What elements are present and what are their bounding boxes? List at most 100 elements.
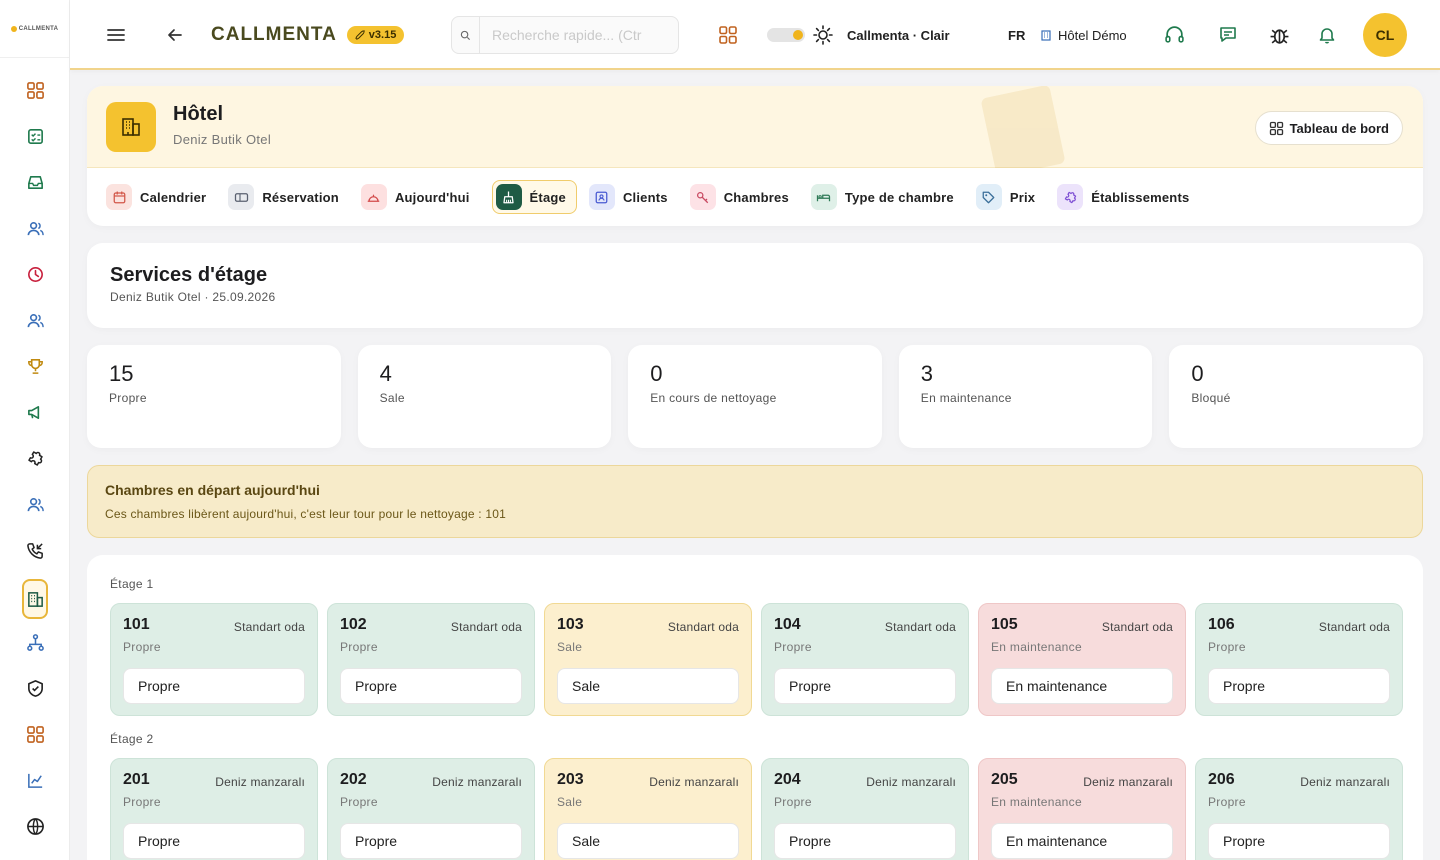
room-card[interactable]: 203 Deniz manzaralı Sale Sale xyxy=(544,758,752,860)
calendar-icon xyxy=(106,184,132,210)
sidebar-item[interactable] xyxy=(0,438,70,484)
tab-tag[interactable]: Prix xyxy=(975,180,1045,214)
room-card[interactable]: 106 Standart oda Propre Propre xyxy=(1195,603,1403,716)
sidebar-item[interactable] xyxy=(0,254,70,300)
room-card[interactable]: 206 Deniz manzaralı Propre Propre xyxy=(1195,758,1403,860)
theme-label[interactable]: Callmenta · Clair xyxy=(847,28,950,43)
tab-bed[interactable]: Type de chambre xyxy=(810,180,964,214)
hotel-header-card: Hôtel Deniz Butik Otel Tableau de bord C… xyxy=(87,86,1423,226)
section-title: Services d'étage xyxy=(110,264,268,286)
search-input[interactable] xyxy=(480,17,676,53)
sidebar-item[interactable] xyxy=(0,300,70,346)
arrow-left-icon xyxy=(168,29,182,41)
sidebar-item[interactable] xyxy=(0,714,70,760)
room-status-select[interactable]: Propre xyxy=(774,668,956,704)
sidebar-item[interactable] xyxy=(0,484,70,530)
tab-label: Chambres xyxy=(723,189,789,205)
sidebar-item[interactable] xyxy=(0,806,70,852)
hotel-switch[interactable]: Hôtel Démo xyxy=(1040,0,1127,70)
hotel-tabs: Calendrier Réservation Aujourd'hui Étage Cli… xyxy=(106,180,1211,214)
sidebar-item[interactable] xyxy=(0,622,70,668)
apps-button[interactable] xyxy=(718,0,738,70)
theme-sun[interactable] xyxy=(813,0,833,70)
dashboard-button-label: Tableau de bord xyxy=(1289,120,1389,136)
room-type: Standart oda xyxy=(1318,620,1390,634)
menu-button[interactable] xyxy=(106,0,126,70)
tab-puzzle[interactable]: Établissements xyxy=(1057,180,1199,214)
network-icon xyxy=(26,633,45,657)
tab-bell-service[interactable]: Aujourd'hui xyxy=(360,180,480,214)
tab-card[interactable]: Réservation xyxy=(228,180,349,214)
room-number: 205 xyxy=(991,771,1018,788)
notifications-button[interactable] xyxy=(1317,0,1337,70)
room-status: Sale xyxy=(557,640,583,654)
room-status-select[interactable]: Propre xyxy=(774,823,956,859)
bug-icon xyxy=(1270,28,1289,44)
room-type: Standart oda xyxy=(233,620,305,634)
sidebar-item[interactable] xyxy=(0,346,70,392)
tab-calendar[interactable]: Calendrier xyxy=(106,180,216,214)
sidebar-item[interactable] xyxy=(0,162,70,208)
room-status-select[interactable]: En maintenance xyxy=(991,668,1173,704)
support-button[interactable] xyxy=(1164,0,1185,70)
back-button[interactable] xyxy=(166,0,184,70)
tab-label: Aujourd'hui xyxy=(394,189,470,205)
room-number: 105 xyxy=(991,616,1018,633)
room-row: 201 Deniz manzaralı Propre Propre 202 Deniz m… xyxy=(110,758,1403,860)
sidebar-nav xyxy=(0,70,70,852)
bell-icon xyxy=(1319,28,1335,44)
room-card[interactable]: 205 Deniz manzaralı En maintenance En maint… xyxy=(978,758,1186,860)
room-card[interactable]: 202 Deniz manzaralı Propre Propre xyxy=(327,758,535,860)
room-status: Propre xyxy=(340,640,378,654)
theme-switch[interactable] xyxy=(767,28,805,42)
room-status-select[interactable]: En maintenance xyxy=(991,823,1173,859)
room-card[interactable]: 104 Standart oda Propre Propre xyxy=(761,603,969,716)
room-type: Deniz manzaralı xyxy=(215,775,305,789)
messages-button[interactable] xyxy=(1218,0,1238,70)
tab-key[interactable]: Chambres xyxy=(689,180,799,214)
theme-toggle[interactable] xyxy=(767,0,805,70)
globe-icon xyxy=(26,817,45,841)
room-card[interactable]: 102 Standart oda Propre Propre xyxy=(327,603,535,716)
tab-contact[interactable]: Clients xyxy=(588,180,678,214)
chart-line-icon xyxy=(26,771,45,795)
sidebar-item[interactable] xyxy=(0,576,70,622)
sidebar-item[interactable] xyxy=(0,392,70,438)
room-status-select[interactable]: Sale xyxy=(557,823,739,859)
grid-icon xyxy=(719,26,737,44)
sidebar-item[interactable] xyxy=(0,70,70,116)
room-type: Standart oda xyxy=(450,620,522,634)
sidebar-item[interactable] xyxy=(0,116,70,162)
shield-check-icon xyxy=(26,679,45,703)
room-card[interactable]: 204 Deniz manzaralı Propre Propre xyxy=(761,758,969,860)
room-card[interactable]: 201 Deniz manzaralı Propre Propre xyxy=(110,758,318,860)
room-status-select[interactable]: Propre xyxy=(123,668,305,704)
sidebar-item[interactable] xyxy=(0,208,70,254)
language-switch[interactable]: FR xyxy=(1008,28,1025,43)
tab-label: Prix xyxy=(1009,189,1036,205)
room-card[interactable]: 103 Standart oda Sale Sale xyxy=(544,603,752,716)
sidebar-logo[interactable]: CALLMENTA xyxy=(0,0,69,58)
brand-name[interactable]: CALLMENTA xyxy=(211,24,337,46)
sidebar-item[interactable] xyxy=(0,668,70,714)
sidebar-item[interactable] xyxy=(0,530,70,576)
search-icon[interactable] xyxy=(452,17,480,53)
room-status-select[interactable]: Propre xyxy=(123,823,305,859)
checklist-icon xyxy=(26,127,45,151)
room-status-select[interactable]: Propre xyxy=(1208,823,1390,859)
room-status-select[interactable]: Propre xyxy=(340,823,522,859)
room-card[interactable]: 105 Standart oda En maintenance En maintena… xyxy=(978,603,1186,716)
dashboard-button[interactable]: Tableau de bord xyxy=(1254,111,1403,145)
stat-label: Bloqué xyxy=(1191,391,1231,405)
tab-broom[interactable]: Étage xyxy=(491,180,577,214)
room-status-select[interactable]: Sale xyxy=(557,668,739,704)
room-card[interactable]: 101 Standart oda Propre Propre xyxy=(110,603,318,716)
sidebar-item[interactable] xyxy=(0,760,70,806)
room-status-select[interactable]: Propre xyxy=(1208,668,1390,704)
user-avatar[interactable]: CL xyxy=(1363,13,1407,57)
bug-report-button[interactable] xyxy=(1269,0,1290,70)
megaphone-icon xyxy=(26,403,45,427)
room-status-select[interactable]: Propre xyxy=(340,668,522,704)
clock-icon xyxy=(26,265,45,289)
room-number: 203 xyxy=(557,771,584,788)
